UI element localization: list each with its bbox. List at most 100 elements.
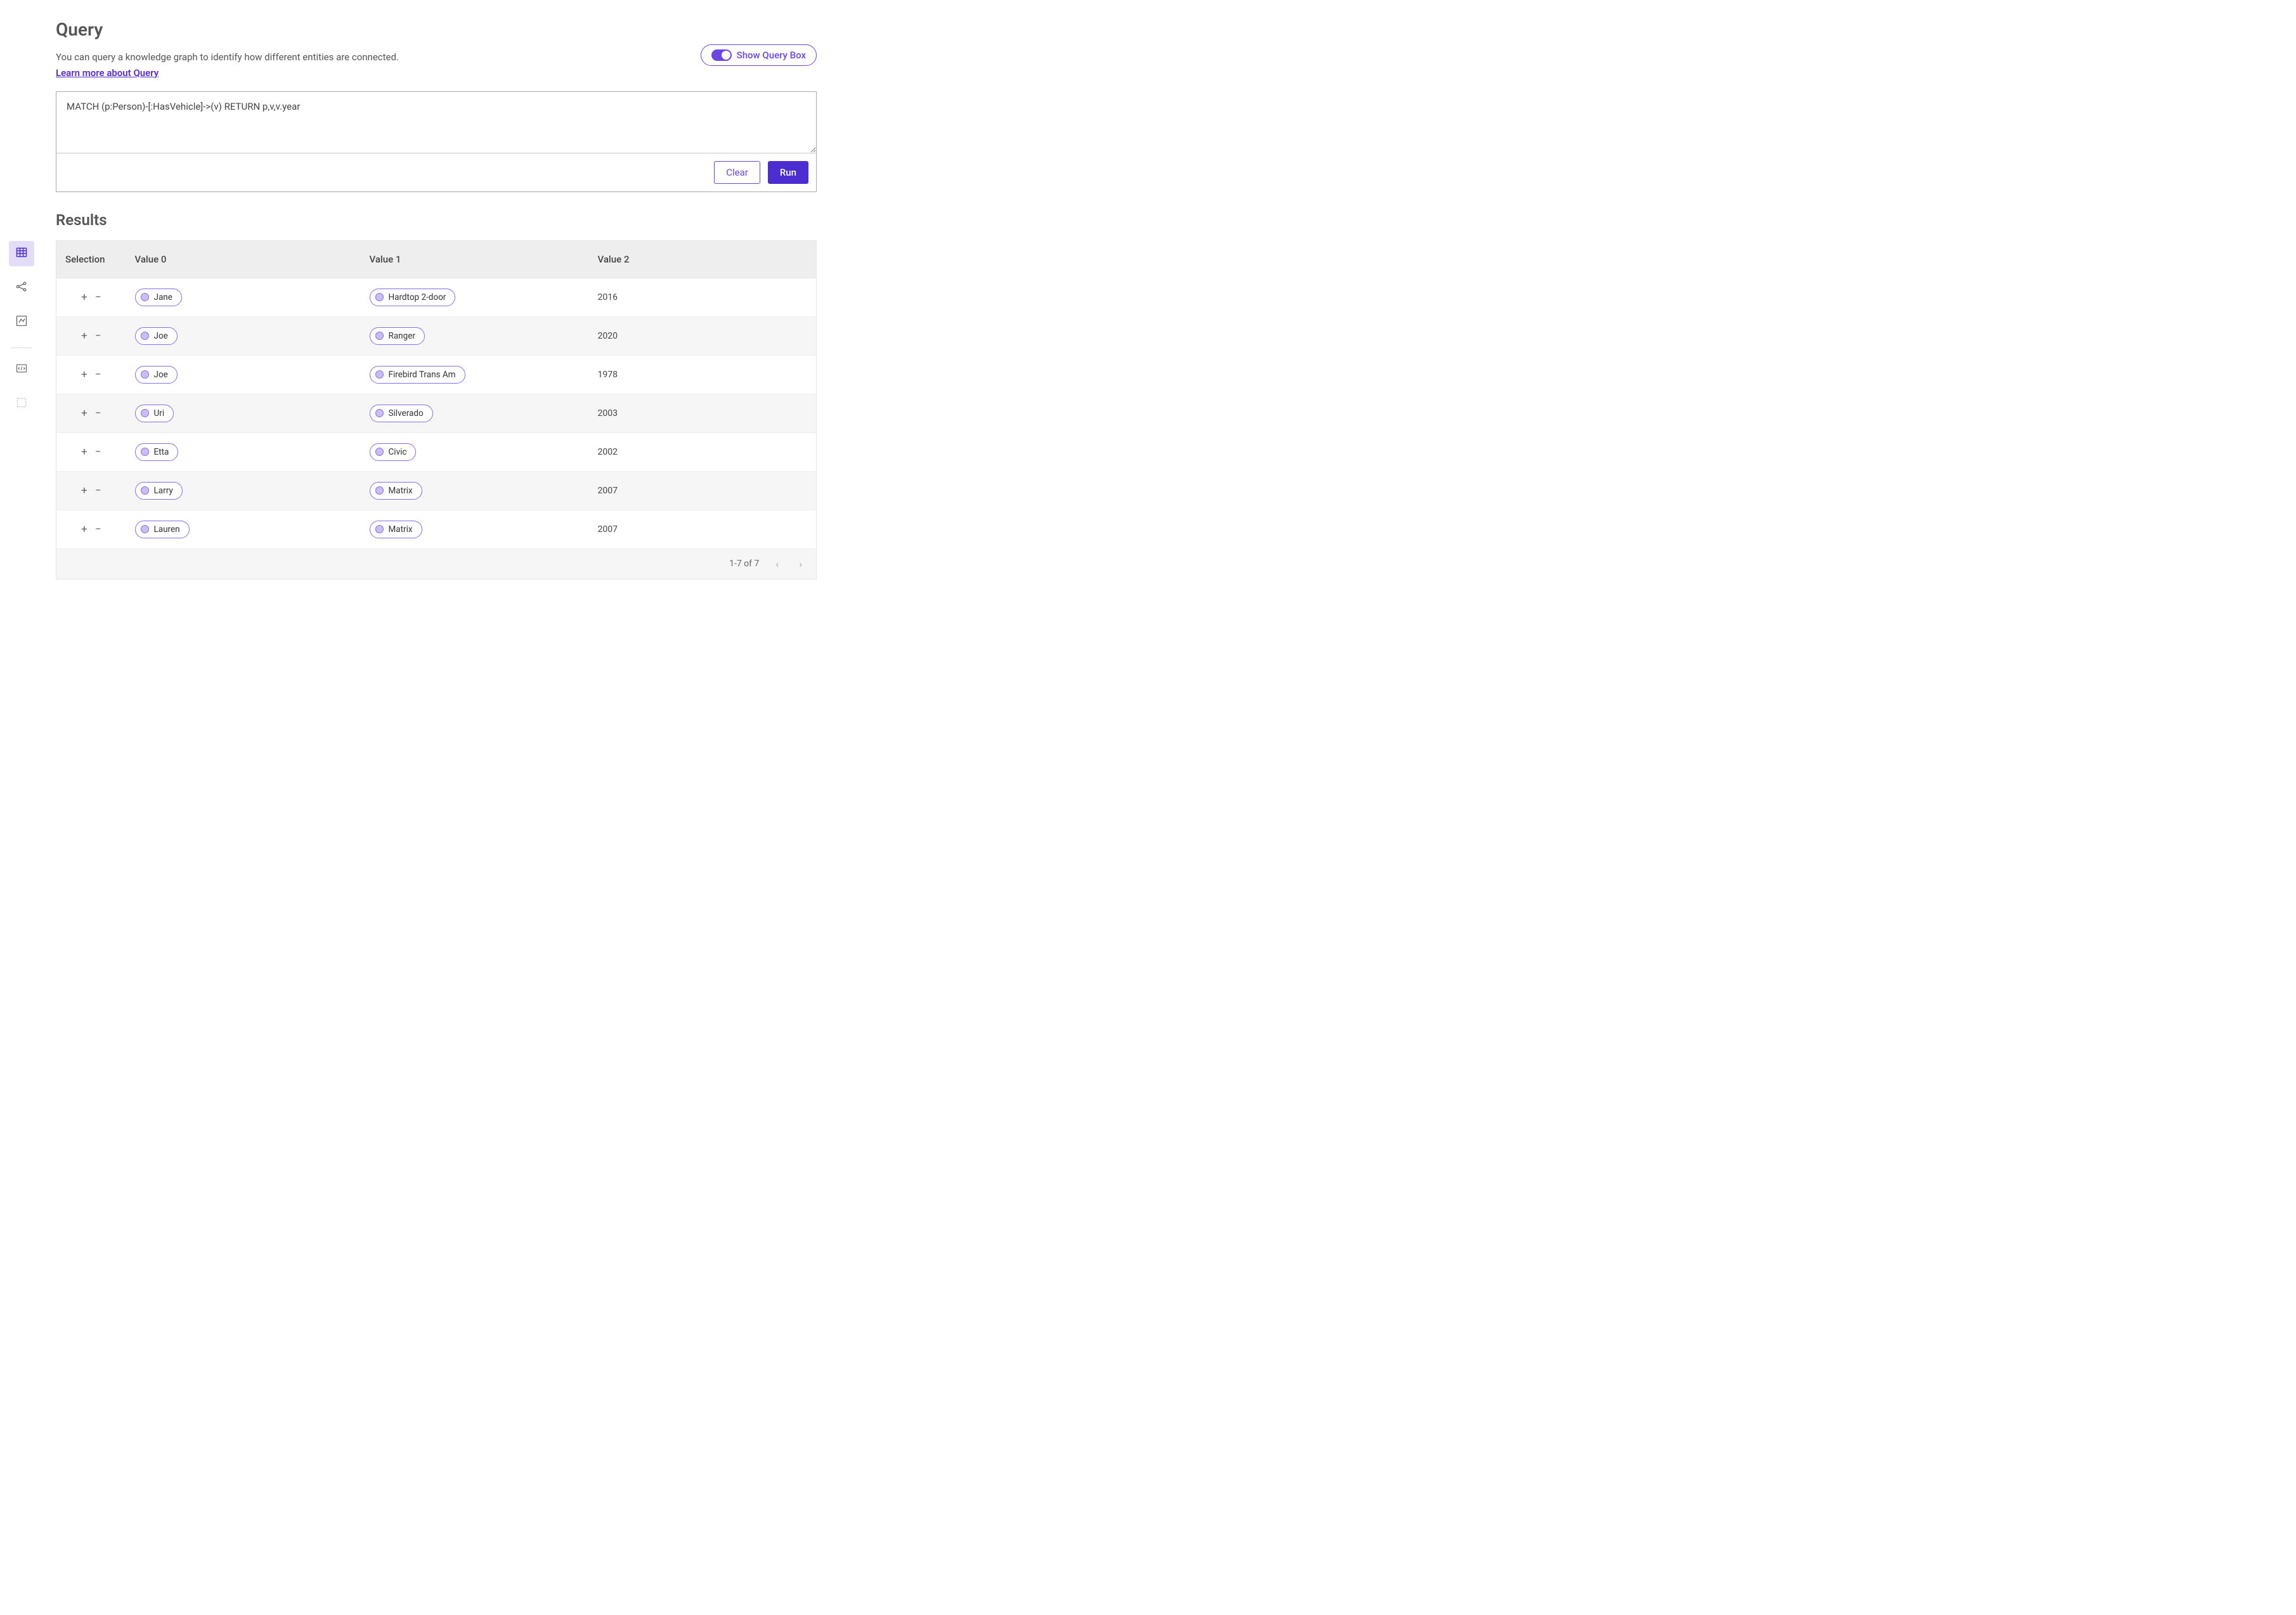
entity-chip[interactable]: Ranger	[370, 327, 425, 345]
row-remove-button[interactable]: −	[95, 330, 101, 342]
row-add-button[interactable]: +	[81, 291, 88, 304]
chip-label: Matrix	[389, 524, 413, 535]
chip-label: Ranger	[389, 331, 415, 341]
node-dot-icon	[375, 486, 384, 495]
node-dot-icon	[141, 525, 149, 533]
sidebar-table-view[interactable]	[9, 241, 34, 266]
row-remove-button[interactable]: −	[95, 291, 101, 304]
node-dot-icon	[141, 370, 149, 379]
node-dot-icon	[141, 448, 149, 456]
node-dot-icon	[375, 525, 384, 533]
chip-label: Firebird Trans Am	[389, 370, 456, 380]
query-input[interactable]	[56, 92, 816, 153]
chip-label: Hardtop 2-door	[389, 292, 446, 302]
value-cell: 1978	[589, 355, 817, 394]
run-button[interactable]: Run	[768, 161, 808, 184]
chip-label: Civic	[389, 447, 407, 457]
entity-chip[interactable]: Hardtop 2-door	[370, 289, 456, 306]
value-cell: 2003	[589, 394, 817, 432]
sidebar-graph-view[interactable]	[9, 275, 34, 301]
view-sidebar	[0, 0, 43, 1615]
show-query-box-toggle[interactable]: Show Query Box	[701, 44, 817, 66]
sidebar-divider	[11, 347, 32, 348]
value-cell: 2020	[589, 316, 817, 355]
row-add-button[interactable]: +	[81, 407, 88, 420]
row-add-button[interactable]: +	[81, 523, 88, 536]
graph-view-icon	[15, 280, 28, 295]
entity-chip[interactable]: Joe	[135, 327, 178, 345]
chip-label: Joe	[154, 331, 168, 341]
pagination-bar: 1-7 of 7 ‹ ›	[56, 549, 817, 580]
pagination-range: 1-7 of 7	[729, 559, 759, 569]
row-add-button[interactable]: +	[81, 446, 88, 458]
table-row: +− Larry Matrix 2007	[56, 471, 817, 510]
page-description: You can query a knowledge graph to ident…	[56, 50, 701, 65]
col-value-0: Value 0	[126, 240, 361, 278]
node-dot-icon	[375, 332, 384, 340]
main-content: Query You can query a knowledge graph to…	[43, 0, 842, 1615]
col-value-2: Value 2	[589, 240, 817, 278]
row-add-button[interactable]: +	[81, 484, 88, 497]
chart-view-icon	[15, 315, 28, 330]
row-remove-button[interactable]: −	[95, 407, 101, 420]
sidebar-code-view[interactable]	[9, 357, 34, 382]
table-row: +− Joe Firebird Trans Am 1978	[56, 355, 817, 394]
table-view-icon	[15, 246, 28, 261]
entity-chip[interactable]: Civic	[370, 443, 417, 461]
chip-label: Lauren	[154, 524, 180, 535]
chip-label: Larry	[154, 486, 173, 496]
page-title: Query	[56, 19, 701, 40]
query-box: Clear Run	[56, 91, 817, 192]
row-remove-button[interactable]: −	[95, 368, 101, 381]
table-row: +− Joe Ranger 2020	[56, 316, 817, 355]
node-dot-icon	[141, 486, 149, 495]
value-cell: 2007	[589, 471, 817, 510]
table-row: +− Uri Silverado 2003	[56, 394, 817, 432]
value-cell: 2007	[589, 510, 817, 548]
chip-label: Silverado	[389, 408, 424, 418]
sidebar-select-view[interactable]	[9, 391, 34, 417]
chip-label: Jane	[154, 292, 172, 302]
row-add-button[interactable]: +	[81, 330, 88, 342]
node-dot-icon	[141, 293, 149, 301]
node-dot-icon	[375, 370, 384, 379]
table-row: +−JaneHardtop 2-door2016	[56, 278, 817, 316]
results-title: Results	[56, 211, 817, 229]
col-selection: Selection	[56, 240, 126, 278]
entity-chip[interactable]: Firebird Trans Am	[370, 366, 465, 384]
entity-chip[interactable]: Uri	[135, 405, 174, 422]
chip-label: Matrix	[389, 486, 413, 496]
entity-chip[interactable]: Matrix	[370, 521, 422, 538]
node-dot-icon	[141, 332, 149, 340]
table-row: +− Etta Civic 2002	[56, 432, 817, 471]
entity-chip[interactable]: Larry	[135, 482, 183, 500]
entity-chip[interactable]: Joe	[135, 366, 178, 384]
node-dot-icon	[375, 448, 384, 456]
page-prev-button[interactable]: ‹	[772, 558, 782, 570]
entity-chip[interactable]: Silverado	[370, 405, 433, 422]
chip-label: Joe	[154, 370, 168, 380]
entity-chip[interactable]: Lauren	[135, 521, 190, 538]
clear-button[interactable]: Clear	[714, 161, 760, 184]
results-table: Selection Value 0 Value 1 Value 2 +−Jane…	[56, 240, 817, 549]
toggle-switch-icon	[711, 49, 732, 61]
row-add-button[interactable]: +	[81, 368, 88, 381]
learn-more-link[interactable]: Learn more about Query	[56, 67, 159, 79]
entity-chip[interactable]: Etta	[135, 443, 179, 461]
row-remove-button[interactable]: −	[95, 484, 101, 497]
row-remove-button[interactable]: −	[95, 523, 101, 536]
col-value-1: Value 1	[361, 240, 589, 278]
sidebar-chart-view[interactable]	[9, 309, 34, 335]
toggle-label: Show Query Box	[737, 49, 806, 61]
node-dot-icon	[141, 409, 149, 417]
entity-chip[interactable]: Matrix	[370, 482, 422, 500]
chip-label: Uri	[154, 408, 165, 418]
code-view-icon	[15, 362, 28, 377]
entity-chip[interactable]: Jane	[135, 289, 182, 306]
value-cell: 2002	[589, 432, 817, 471]
node-dot-icon	[375, 293, 384, 301]
page-next-button[interactable]: ›	[795, 558, 806, 570]
table-row: +− Lauren Matrix 2007	[56, 510, 817, 548]
row-remove-button[interactable]: −	[95, 446, 101, 458]
select-view-icon	[15, 396, 28, 412]
